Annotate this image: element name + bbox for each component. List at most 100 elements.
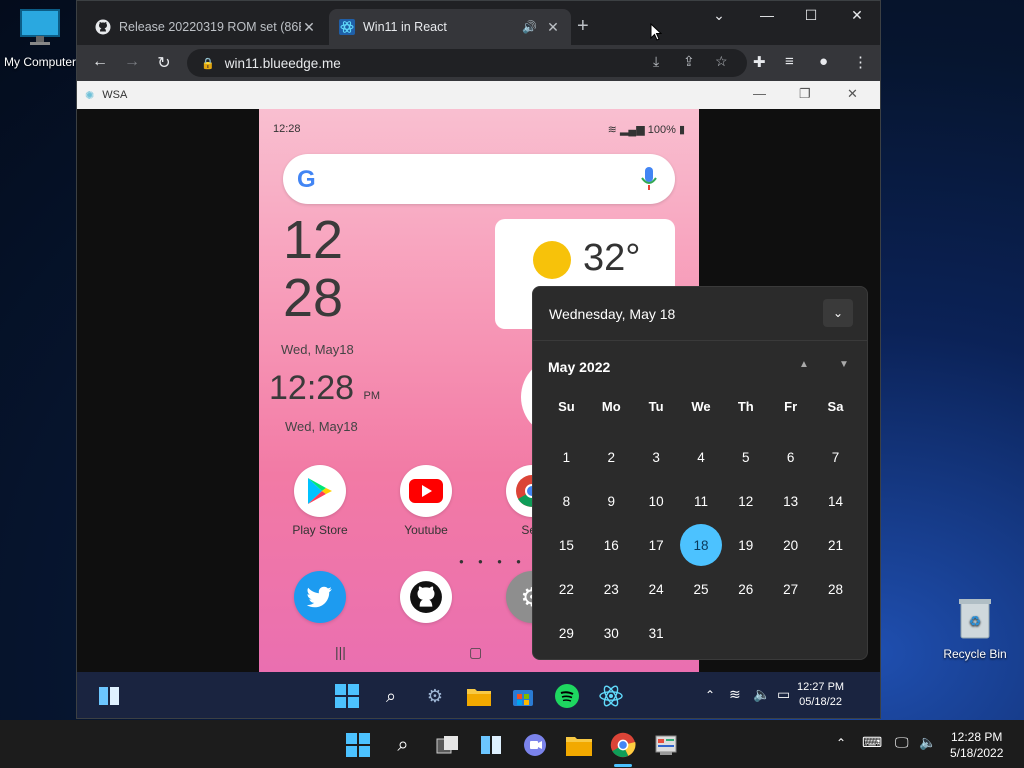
install-app-icon[interactable]: ⤓ bbox=[653, 53, 659, 70]
previous-month-arrow-icon[interactable]: ▲ bbox=[799, 359, 809, 370]
react-icon[interactable] bbox=[597, 682, 625, 710]
task-view-icon[interactable] bbox=[433, 730, 463, 760]
calendar-day[interactable]: 1 bbox=[544, 435, 589, 479]
calendar-day[interactable]: 11 bbox=[679, 479, 724, 523]
calendar-day[interactable]: 29 bbox=[544, 611, 589, 655]
search-icon[interactable]: ⌕ bbox=[377, 682, 405, 710]
tab-search-chevron-icon[interactable]: ⌄ bbox=[699, 7, 739, 31]
keyboard-icon[interactable]: ⌨ bbox=[862, 734, 882, 751]
tab-release-rom[interactable]: Release 20220319 ROM set (86B ✕ bbox=[85, 9, 327, 45]
chevron-up-icon[interactable]: ⌃ bbox=[705, 688, 715, 702]
google-search-bar[interactable]: G bbox=[283, 154, 675, 204]
calendar-day[interactable]: 4 bbox=[679, 435, 724, 479]
close-tab-icon[interactable]: ✕ bbox=[545, 19, 561, 36]
menu-kebab-icon[interactable]: ⋮ bbox=[853, 53, 868, 71]
calendar-month-label[interactable]: May 2022 bbox=[548, 359, 610, 375]
calendar-day[interactable]: 8 bbox=[544, 479, 589, 523]
extensions-puzzle-icon[interactable]: ✚ bbox=[753, 53, 766, 71]
calendar-day[interactable]: 24 bbox=[634, 567, 679, 611]
calendar-day[interactable]: 23 bbox=[589, 567, 634, 611]
file-explorer-icon[interactable] bbox=[465, 682, 493, 710]
calendar-day[interactable]: 26 bbox=[723, 567, 768, 611]
spotify-icon[interactable] bbox=[553, 682, 581, 710]
minimize-button[interactable]: — bbox=[747, 7, 787, 31]
chevron-up-icon[interactable]: ⌃ bbox=[836, 736, 846, 750]
calendar-day[interactable]: 2 bbox=[589, 435, 634, 479]
wsa-minimize-button[interactable]: — bbox=[753, 86, 766, 101]
calendar-day[interactable]: 3 bbox=[634, 435, 679, 479]
my-computer-label: My Computer bbox=[3, 55, 77, 69]
calendar-day[interactable]: 14 bbox=[813, 479, 858, 523]
address-bar[interactable]: 🔒 win11.blueedge.me ⤓ ⇪ ☆ bbox=[187, 49, 747, 77]
calendar-day[interactable]: 21 bbox=[813, 523, 858, 567]
wsa-body: 12:28 ≋ ▂▄▆ 100% ▮ G 12 28 Wed, May18 12… bbox=[77, 109, 880, 672]
inner-taskbar-clock[interactable]: 12:27 PM 05/18/22 bbox=[797, 680, 844, 710]
profile-avatar-icon[interactable]: ● bbox=[819, 53, 828, 70]
app-twitter[interactable] bbox=[275, 571, 365, 629]
forward-arrow-icon[interactable]: → bbox=[117, 53, 147, 71]
microphone-icon[interactable] bbox=[641, 166, 657, 192]
file-explorer-icon[interactable] bbox=[564, 730, 594, 760]
calendar-day[interactable]: 25 bbox=[679, 567, 724, 611]
chevron-down-icon[interactable]: ⌄ bbox=[823, 299, 853, 327]
back-arrow-icon[interactable]: ← bbox=[85, 53, 115, 71]
store-icon[interactable] bbox=[509, 682, 537, 710]
settings-gear-icon[interactable]: ⚙ bbox=[421, 682, 449, 710]
app-github[interactable] bbox=[381, 571, 471, 629]
widgets-icon[interactable] bbox=[95, 682, 123, 710]
host-taskbar-clock[interactable]: 12:28 PM 5/18/2022 bbox=[950, 729, 1003, 761]
bookmark-star-icon[interactable]: ☆ bbox=[715, 53, 728, 70]
calendar-day[interactable]: 15 bbox=[544, 523, 589, 567]
wsa-restore-button[interactable]: ❐ bbox=[799, 86, 811, 102]
start-windows-icon[interactable] bbox=[333, 682, 361, 710]
chrome-icon[interactable] bbox=[608, 730, 638, 760]
recycle-bin-desktop-icon[interactable]: ♻ Recycle Bin bbox=[935, 596, 1015, 661]
lock-icon[interactable]: 🔒 bbox=[201, 57, 215, 70]
close-tab-icon[interactable]: ✕ bbox=[301, 19, 317, 36]
network-icon[interactable]: 🖵 bbox=[895, 734, 909, 751]
calendar-day[interactable]: 17 bbox=[634, 523, 679, 567]
calendar-day[interactable]: 5 bbox=[723, 435, 768, 479]
calendar-day[interactable]: 10 bbox=[634, 479, 679, 523]
calendar-day[interactable]: 16 bbox=[589, 523, 634, 567]
wsa-close-button[interactable]: ✕ bbox=[847, 86, 858, 102]
calendar-day[interactable]: 19 bbox=[723, 523, 768, 567]
calendar-day[interactable]: 13 bbox=[768, 479, 813, 523]
control-panel-icon[interactable] bbox=[651, 730, 681, 760]
start-windows-icon[interactable] bbox=[343, 730, 373, 760]
new-tab-button[interactable]: + bbox=[577, 15, 589, 38]
speaker-icon[interactable]: 🔊 bbox=[522, 20, 537, 34]
volume-icon[interactable]: 🔈 bbox=[919, 734, 936, 751]
teams-chat-icon[interactable] bbox=[520, 730, 550, 760]
reload-icon[interactable]: ↻ bbox=[149, 53, 179, 73]
calendar-day[interactable]: 20 bbox=[768, 523, 813, 567]
tab-win11-in-react[interactable]: Win11 in React 🔊 ✕ bbox=[329, 9, 571, 45]
app-play-store[interactable]: Play Store bbox=[275, 465, 365, 537]
volume-icon[interactable]: 🔈 bbox=[753, 686, 770, 703]
calendar-day[interactable]: 31 bbox=[634, 611, 679, 655]
calendar-day[interactable]: 22 bbox=[544, 567, 589, 611]
home-nav-icon[interactable]: ▢ bbox=[469, 644, 482, 661]
maximize-button[interactable]: ☐ bbox=[791, 7, 831, 31]
wifi-icon[interactable]: ≋ bbox=[729, 686, 741, 703]
close-window-button[interactable]: ✕ bbox=[837, 7, 877, 31]
calendar-day-number: 11 bbox=[693, 493, 708, 509]
calendar-day[interactable]: 7 bbox=[813, 435, 858, 479]
calendar-day[interactable]: 12 bbox=[723, 479, 768, 523]
share-icon[interactable]: ⇪ bbox=[683, 53, 695, 70]
battery-icon[interactable]: ▭ bbox=[777, 686, 790, 703]
next-month-arrow-icon[interactable]: ▼ bbox=[839, 359, 849, 370]
search-icon[interactable]: ⌕ bbox=[388, 730, 418, 760]
media-control-icon[interactable]: ≡ bbox=[785, 53, 794, 70]
recents-nav-icon[interactable]: ||| bbox=[335, 644, 346, 660]
calendar-day[interactable]: 28 bbox=[813, 567, 858, 611]
calendar-day[interactable]: 27 bbox=[768, 567, 813, 611]
calendar-day[interactable]: 6 bbox=[768, 435, 813, 479]
calendar-day[interactable]: 9 bbox=[589, 479, 634, 523]
my-computer-desktop-icon[interactable]: My Computer bbox=[0, 8, 80, 69]
calendar-day[interactable]: 18 bbox=[679, 523, 724, 567]
calendar-day-number: 4 bbox=[697, 449, 705, 465]
calendar-day[interactable]: 30 bbox=[589, 611, 634, 655]
widgets-icon[interactable] bbox=[476, 730, 506, 760]
app-youtube[interactable]: Youtube bbox=[381, 465, 471, 537]
